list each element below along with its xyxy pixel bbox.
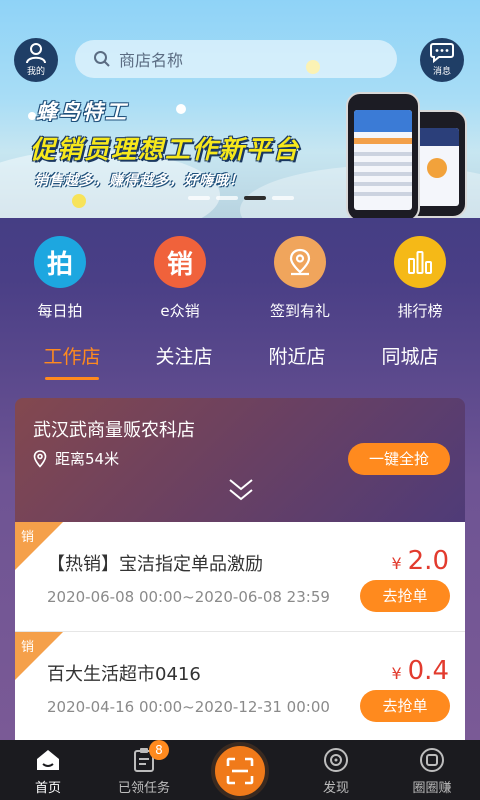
tab-same-city-store[interactable]: 同城店 — [350, 342, 470, 369]
quick-daily-photo[interactable]: 拍 每日拍 — [10, 236, 110, 321]
item-price: ¥2.0 — [391, 546, 449, 576]
pager-dot-active — [244, 196, 266, 200]
expand-chevron-icon[interactable] — [227, 476, 255, 504]
quick-menu: 拍 每日拍 销 e众销 签到有礼 排行榜 — [0, 236, 480, 326]
item-date-range: 2020-06-08 00:00~2020-06-08 23:59 — [47, 588, 330, 606]
tab-nearby-store[interactable]: 附近店 — [237, 342, 357, 369]
nav-claimed-tasks[interactable]: 已领任务 8 — [96, 740, 192, 796]
camera-icon: 拍 — [34, 236, 86, 288]
search-placeholder: 商店名称 — [119, 51, 184, 70]
chat-bubble-icon — [430, 43, 454, 64]
location-pin-icon — [274, 236, 326, 288]
quick-label: e众销 — [160, 302, 200, 320]
price-value: 0.4 — [407, 656, 449, 686]
nav-earn[interactable]: 圈圈赚 — [384, 746, 480, 796]
grab-order-button[interactable]: 去抢单 — [360, 580, 450, 612]
location-pin-icon — [33, 449, 47, 468]
search-input[interactable]: 商店名称 — [75, 40, 397, 78]
currency-symbol: ¥ — [391, 554, 402, 573]
tab-active-indicator — [45, 377, 99, 380]
messages-label: 消息 — [432, 67, 451, 77]
sales-tag-label: 销 — [21, 640, 35, 655]
user-icon — [26, 43, 46, 64]
circle-earn-icon — [420, 748, 444, 772]
banner-decoration-dot — [28, 112, 36, 120]
list-item[interactable]: 销 【热销】宝洁指定单品激励 2020-06-08 00:00~2020-06-… — [15, 522, 465, 632]
grab-order-button[interactable]: 去抢单 — [360, 690, 450, 722]
item-price: ¥0.4 — [391, 656, 449, 686]
pager-dot — [188, 196, 210, 200]
search-icon — [94, 51, 110, 67]
store-card[interactable]: 武汉武商量贩农科店 距离54米 一键全抢 — [15, 398, 465, 522]
banner-decoration-dot — [176, 104, 186, 114]
quick-label: 排行榜 — [397, 302, 443, 320]
store-distance: 距离54米 — [33, 448, 119, 469]
quick-e-sales[interactable]: 销 e众销 — [130, 236, 230, 321]
banner-slogan: 促销员理想工作新平台 — [30, 135, 301, 164]
tab-label: 工作店 — [43, 346, 101, 368]
pager-dot — [216, 196, 238, 200]
pager-dot — [272, 196, 294, 200]
tasks-count-badge: 8 — [149, 740, 169, 760]
tab-followed-store[interactable]: 关注店 — [124, 342, 244, 369]
home-icon — [37, 750, 59, 770]
banner-subslogan: 销售越多，赚得越多，好嗨哦！ — [34, 173, 244, 189]
store-distance-text: 距离54米 — [55, 450, 120, 468]
compass-icon — [324, 748, 348, 772]
quick-label: 每日拍 — [37, 302, 83, 320]
nav-discover[interactable]: 发现 — [288, 746, 384, 796]
nav-home-label: 首页 — [34, 781, 61, 796]
item-title: 百大生活超市0416 — [47, 664, 201, 685]
sales-icon: 销 — [154, 236, 206, 288]
sales-tag-label: 销 — [21, 530, 35, 545]
my-profile-button[interactable]: 我的 — [14, 38, 58, 82]
banner-brand: 蜂鸟特工 — [36, 100, 128, 124]
scan-button[interactable] — [211, 742, 269, 800]
banner-pager — [188, 196, 294, 200]
currency-symbol: ¥ — [391, 664, 402, 683]
my-profile-label: 我的 — [26, 67, 45, 77]
nav-earn-label: 圈圈赚 — [412, 781, 452, 796]
quick-leaderboard[interactable]: 排行榜 — [370, 236, 470, 321]
item-date-range: 2020-04-16 00:00~2020-12-31 00:00 — [47, 698, 330, 716]
banner-decoration-dot — [72, 194, 86, 208]
price-value: 2.0 — [407, 546, 449, 576]
banner-phone-image — [346, 92, 420, 218]
tab-label: 同城店 — [381, 346, 439, 368]
nav-discover-label: 发现 — [322, 781, 349, 796]
nav-home[interactable]: 首页 — [0, 746, 96, 796]
tab-work-store[interactable]: 工作店 — [12, 342, 132, 380]
store-name: 武汉武商量贩农科店 — [33, 420, 195, 441]
item-title: 【热销】宝洁指定单品激励 — [47, 554, 263, 575]
tab-label: 附近店 — [268, 346, 326, 368]
nav-claimed-tasks-label: 已领任务 — [117, 781, 170, 796]
list-item[interactable]: 销 百大生活超市0416 2020-04-16 00:00~2020-12-31… — [15, 632, 465, 742]
messages-button[interactable]: 消息 — [420, 38, 464, 82]
tab-label: 关注店 — [155, 346, 213, 368]
grab-all-button[interactable]: 一键全抢 — [348, 443, 450, 475]
quick-label: 签到有礼 — [269, 302, 330, 320]
promo-banner[interactable]: 蜂鸟特工 促销员理想工作新平台 销售越多，赚得越多，好嗨哦！ — [0, 0, 480, 218]
bar-chart-icon — [394, 236, 446, 288]
store-tabs: 工作店 关注店 附近店 同城店 — [0, 342, 480, 382]
quick-checkin-gift[interactable]: 签到有礼 — [250, 236, 350, 321]
scan-icon — [226, 757, 254, 785]
